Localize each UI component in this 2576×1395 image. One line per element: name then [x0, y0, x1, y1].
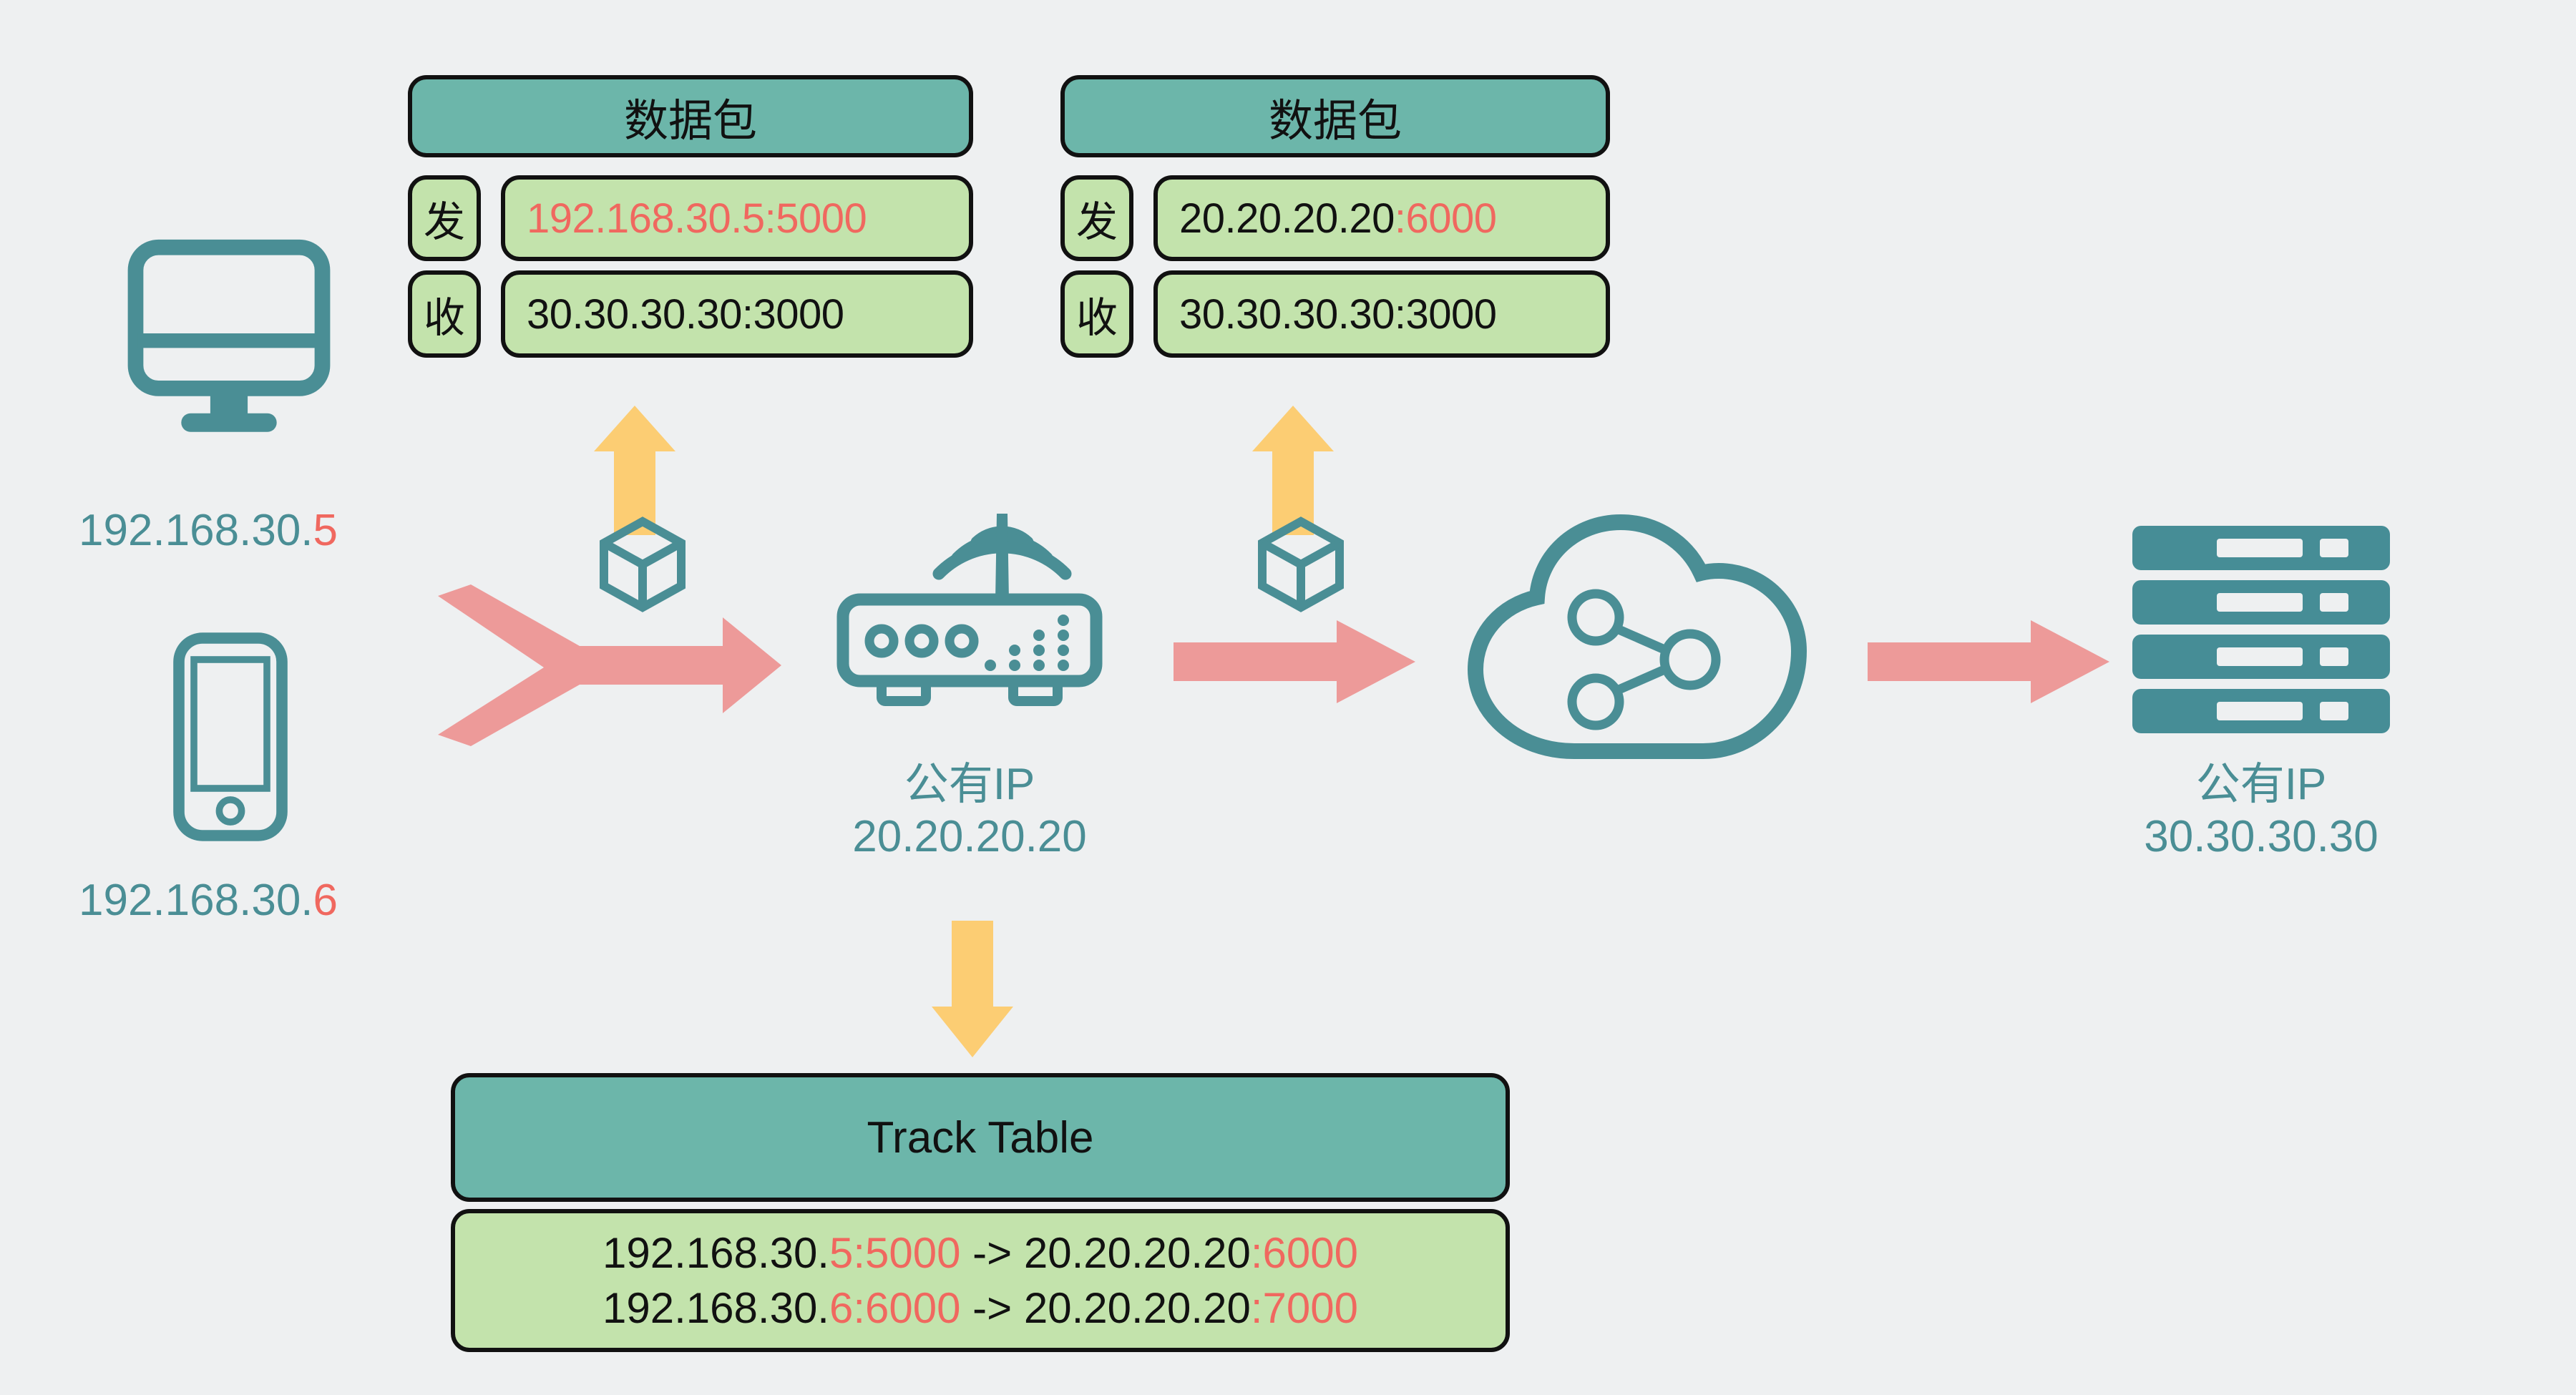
track-row0-src-port: 5:5000: [829, 1229, 961, 1277]
cloud-to-server-arrow-icon: [1868, 619, 2111, 705]
phone-ip-prefix: 192.168.30.: [79, 876, 313, 925]
packet-table-wan-row0-label: 发: [1060, 175, 1133, 261]
desktop-ip-label: 192.168.30.5: [79, 504, 338, 557]
track-row1-src-net: 192.168.30.: [602, 1284, 829, 1332]
packet-table-lan-row1-value: 30.30.30.30:3000: [501, 270, 973, 358]
packet-table-wan-row1-label: 收: [1060, 270, 1133, 358]
track-table-row: 192.168.30.6:6000 -> 20.20.20.20:7000: [602, 1283, 1358, 1333]
diagram-canvas: 数据包 发 192.168.30.5:5000 收 30.30.30.30:30…: [0, 0, 2576, 1395]
desktop-ip-host: 5: [313, 506, 338, 555]
track-table-title: Track Table: [867, 1112, 1094, 1162]
arrow-down-icon: [930, 919, 1015, 1059]
lan-dst-prefix: 30.30.30.30:3000: [527, 290, 844, 338]
phone-ip-label: 192.168.30.6: [79, 874, 338, 926]
cloud-network-icon: [1460, 501, 1818, 765]
phone-ip-host: 6: [313, 876, 338, 925]
track-table-row: 192.168.30.5:5000 -> 20.20.20.20:6000: [602, 1228, 1358, 1278]
track-row1-arrow: ->: [960, 1284, 1024, 1332]
server-label: 公有IP 30.30.30.30: [2068, 758, 2454, 863]
track-row0-src-net: 192.168.30.: [602, 1229, 829, 1277]
track-table-body: 192.168.30.5:5000 -> 20.20.20.20:6000 19…: [451, 1209, 1510, 1352]
arrow-up-icon-2: [1251, 404, 1335, 537]
packet-table-lan-title: 数据包: [623, 96, 757, 146]
packet-table-lan-row0-label: 发: [408, 175, 481, 261]
track-row1-dst-ip: 20.20.20.20: [1023, 1284, 1251, 1332]
packet-table-wan-row1-value: 30.30.30.30:3000: [1153, 270, 1610, 358]
packet-cube-lan: [600, 517, 686, 612]
mobile-phone-icon: [170, 630, 291, 844]
wan-src-red: :6000: [1394, 195, 1497, 242]
track-row1-dst-port: :7000: [1250, 1284, 1358, 1332]
packet-table-lan-row0-value: 192.168.30.5:5000: [501, 175, 973, 261]
server-rack-icon: [2132, 526, 2390, 733]
desktop-monitor-icon: [125, 229, 333, 440]
router-label: 公有IP 20.20.20.20: [776, 758, 1163, 863]
wifi-router-icon: [830, 472, 1109, 715]
track-row0-arrow: ->: [960, 1229, 1024, 1277]
packet-table-lan-header: 数据包: [408, 75, 973, 157]
packet-table-wan-title: 数据包: [1268, 96, 1402, 146]
lan-src-red: 192.168.30.5:5000: [527, 195, 867, 242]
router-label-line2: 20.20.20.20: [852, 812, 1087, 862]
router-label-line1: 公有IP: [904, 760, 1035, 809]
arrow-up-icon: [592, 404, 677, 537]
desktop-ip-prefix: 192.168.30.: [79, 506, 313, 555]
packet-table-wan-row0-value: 20.20.20.20:6000: [1153, 175, 1610, 261]
wan-src-prefix: 20.20.20.20: [1179, 195, 1395, 242]
router-to-cloud-arrow-icon: [1174, 619, 1417, 705]
server-label-line1: 公有IP: [2195, 760, 2327, 809]
track-row0-dst-ip: 20.20.20.20: [1023, 1229, 1251, 1277]
track-row1-src-port: 6:6000: [829, 1284, 961, 1332]
server-label-line2: 30.30.30.30: [2144, 812, 2379, 862]
packet-table-wan-header: 数据包: [1060, 75, 1610, 157]
packet-table-lan-row1-label: 收: [408, 270, 481, 358]
track-row0-dst-port: :6000: [1250, 1229, 1358, 1277]
wan-dst-prefix: 30.30.30.30:3000: [1179, 290, 1497, 338]
packet-cube-wan: [1258, 517, 1344, 612]
track-table-header: Track Table: [451, 1073, 1510, 1202]
